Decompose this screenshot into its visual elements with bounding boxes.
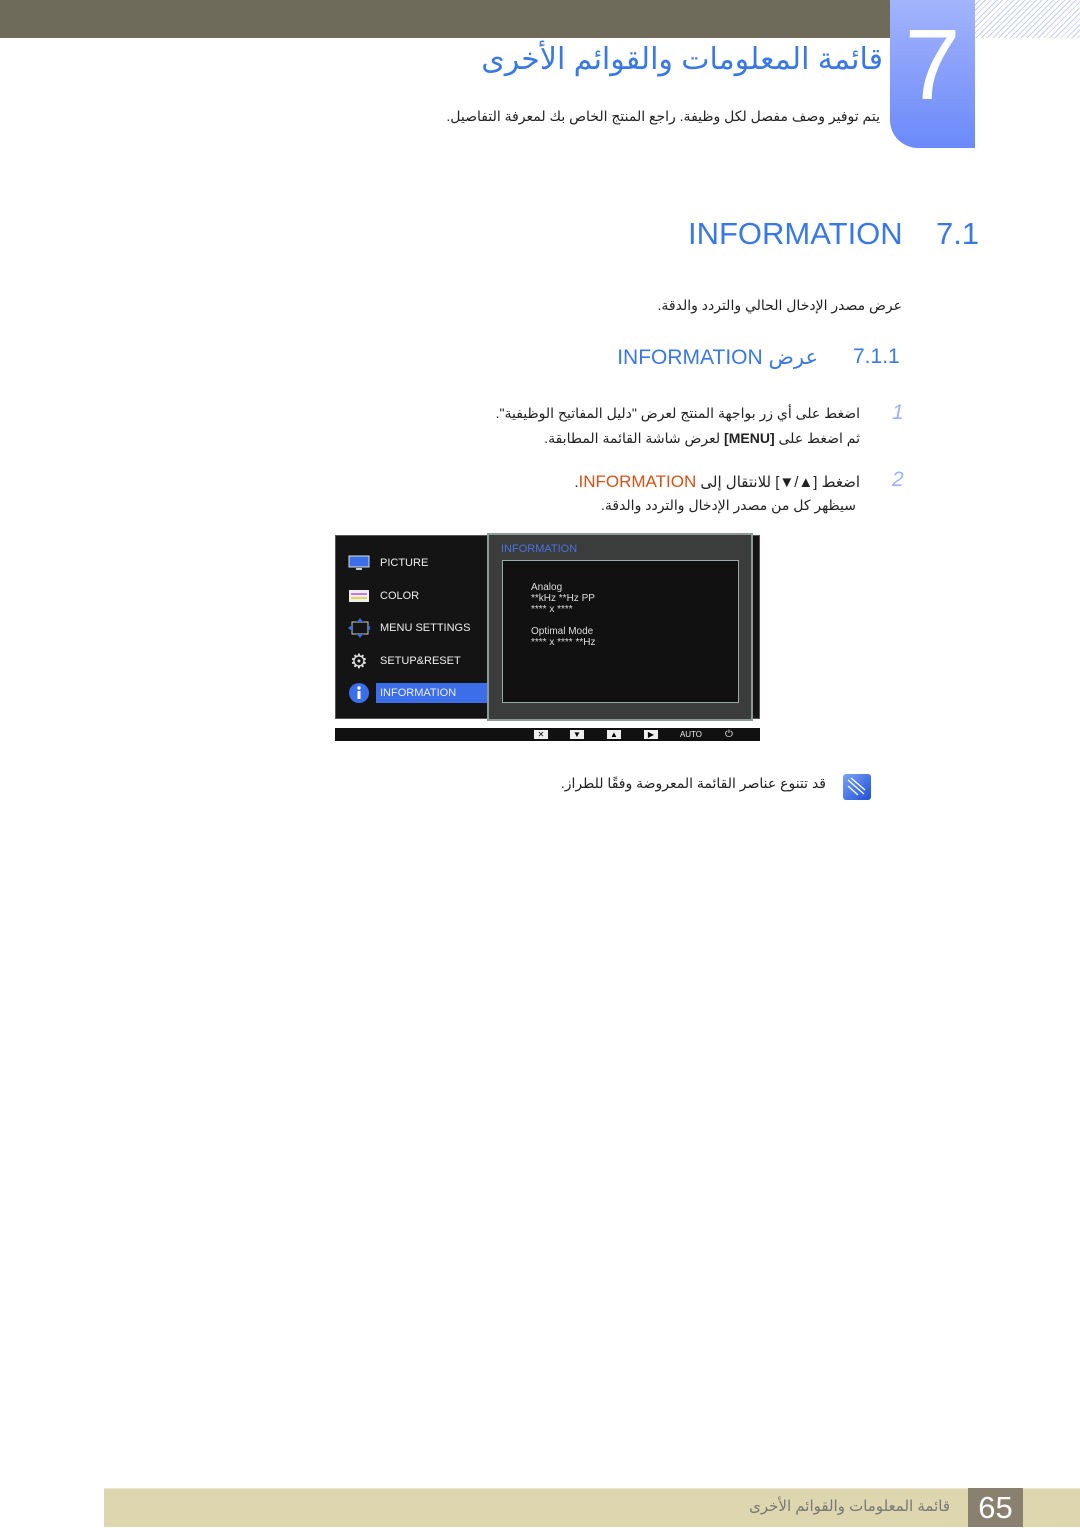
step-number: 1 [892, 401, 904, 424]
info-line: Analog [531, 582, 563, 593]
highlight-information: INFORMATION [578, 472, 697, 491]
menu-item-menu-settings[interactable]: MENU SETTINGS [336, 616, 488, 640]
text: لعرض شاشة القائمة المطابقة. [544, 430, 725, 446]
section-number: 7.1 [936, 216, 980, 251]
menu-label: SETUP&RESET [380, 655, 461, 667]
gear-icon: ⚙ [350, 650, 368, 673]
section-title: INFORMATION [688, 216, 903, 251]
footer-text: قائمة المعلومات والقوائم الأخرى [749, 1498, 950, 1515]
info-icon [348, 683, 370, 703]
text: ثم اضغط على [774, 430, 861, 446]
close-key-icon[interactable]: ✕ [534, 730, 548, 739]
step-text: سيظهر كل من مصدر الإدخال والتردد والدقة. [600, 497, 856, 513]
menu-label: PICTURE [380, 557, 429, 569]
step-text: اضغط [▲/▼] للانتقال إلى INFORMATION. [574, 472, 860, 492]
panel-title: INFORMATION [501, 543, 578, 555]
enter-key-icon[interactable]: ▶ [644, 730, 658, 739]
menu-label: INFORMATION [376, 683, 488, 703]
chapter-title: قائمة المعلومات والقوائم الأخرى [481, 43, 883, 76]
page-number: 65 [968, 1488, 1023, 1527]
subsection-number: 7.1.1 [853, 345, 900, 368]
color-icon [348, 587, 370, 605]
chapter-subtitle: يتم توفير وصف مفصل لكل وظيفة. راجع المنت… [446, 108, 880, 124]
text: اضغط [▲/▼] للانتقال إلى [696, 474, 860, 491]
menu-key: [MENU] [724, 430, 775, 446]
key-guide-bar: ✕ ▼ ▲ ▶ AUTO ⏻ [335, 728, 760, 741]
note-text: قد تتنوع عناصر القائمة المعروضة وفقًا لل… [560, 775, 826, 791]
subsection-title: عرض INFORMATION [617, 346, 818, 369]
note-icon [843, 774, 871, 800]
auto-key[interactable]: AUTO [678, 730, 704, 739]
info-line: Optimal Mode [531, 626, 594, 637]
menu-label: COLOR [380, 590, 420, 602]
menu-label: MENU SETTINGS [380, 622, 471, 634]
section-description: عرض مصدر الإدخال الحالي والتردد والدقة. [657, 297, 902, 313]
down-key-icon[interactable]: ▼ [570, 730, 584, 739]
menu-item-picture[interactable]: PICTURE [336, 551, 488, 575]
power-key-icon[interactable]: ⏻ [722, 730, 736, 740]
chapter-number: 7 [890, 0, 975, 148]
top-bar [0, 0, 890, 38]
info-box: Analog **kHz **Hz PP **** x **** Optimal… [502, 560, 739, 703]
information-panel: INFORMATION Analog **kHz **Hz PP **** x … [487, 533, 753, 721]
hatch-decoration [975, 0, 1080, 38]
menu-item-setup-reset[interactable]: ⚙ SETUP&RESET [336, 649, 488, 673]
info-line: **** x **** **Hz [531, 637, 596, 648]
info-line: **** x **** [531, 604, 573, 615]
menu-item-color[interactable]: COLOR [336, 584, 488, 608]
step-text: اضغط على أي زر بواجهة المنتج لعرض "دليل … [495, 405, 860, 421]
menu-item-information[interactable]: INFORMATION [336, 681, 488, 705]
step-text: ثم اضغط على [MENU] لعرض شاشة القائمة الم… [544, 430, 860, 447]
monitor-icon [348, 554, 370, 572]
info-line: **kHz **Hz PP [531, 593, 595, 604]
up-key-icon[interactable]: ▲ [607, 730, 621, 739]
step-number: 2 [892, 468, 904, 491]
menu-settings-icon [348, 618, 370, 638]
